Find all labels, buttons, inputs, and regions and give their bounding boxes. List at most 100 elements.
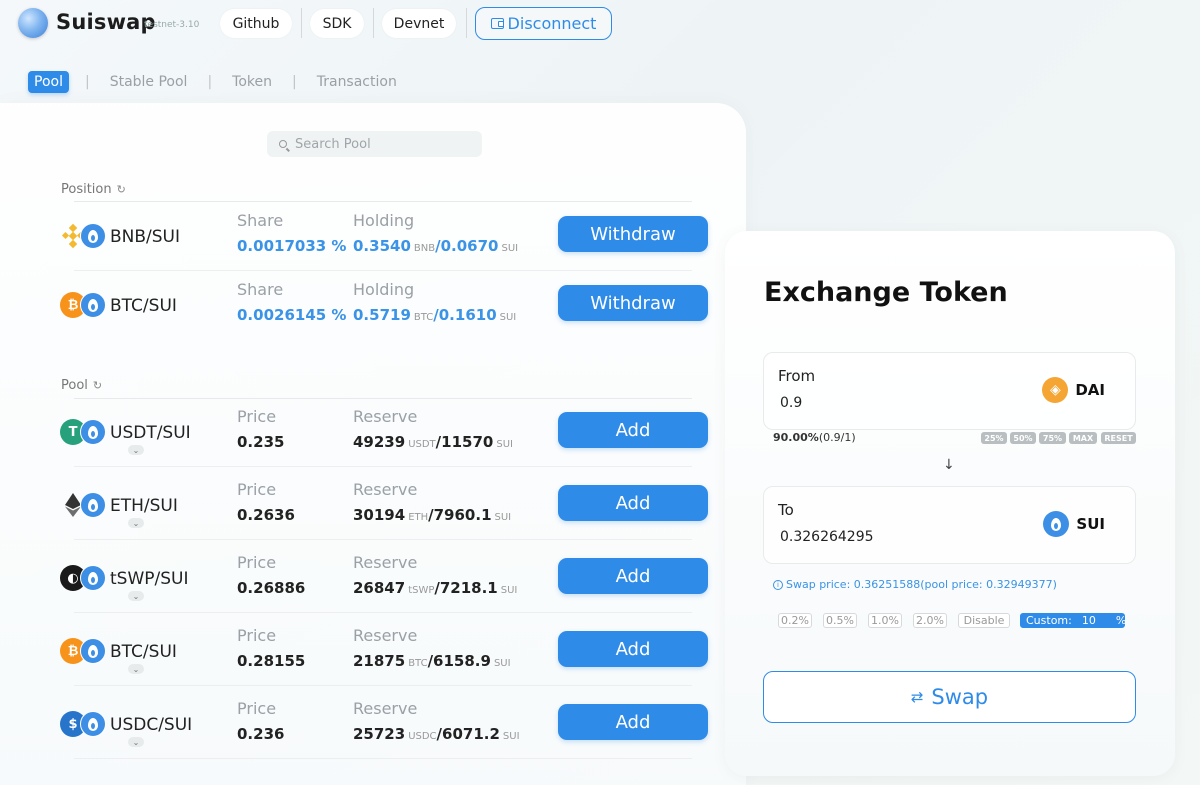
price-value: 0.2636 [237,506,295,524]
search-box[interactable] [267,131,482,157]
from-box[interactable]: From 0.9 ◈ DAI [763,352,1136,430]
slippage-0.2-button[interactable]: 0.2% [778,613,812,628]
chevron-down-icon[interactable]: ⌄ [128,518,144,528]
swap-button[interactable]: ⇄ Swap [763,671,1136,723]
price-label: Price [237,626,277,645]
slippage-0.5-button[interactable]: 0.5% [823,613,857,628]
dai-icon: ◈ [1042,377,1069,403]
refresh-icon[interactable]: ↻ [93,379,102,392]
reserve-label: Reserve [353,699,418,718]
slippage-2.0-button[interactable]: 2.0% [913,613,947,628]
quick-max-button[interactable]: MAX [1069,432,1097,444]
to-token-selector[interactable]: SUI [1043,511,1105,537]
custom-value-input[interactable]: 10 [1082,614,1096,627]
slippage-custom-field[interactable]: Custom: 10 % [1020,613,1127,628]
quick-75-button[interactable]: 75% [1039,432,1066,444]
disconnect-button[interactable]: Disconnect [475,7,612,40]
add-button[interactable]: Add [558,558,708,594]
tab-separator: | [84,74,90,90]
reserve-value: 30194 ETH/7960.1 SUI [353,506,512,524]
price-value: 0.236 [237,725,285,743]
sui-drop-icon [80,711,106,737]
row-divider [74,612,692,613]
pair-icons: ₿ [58,638,108,666]
section-divider [74,201,692,202]
tab-transaction[interactable]: Transaction [313,74,401,90]
chevron-down-icon[interactable]: ⌄ [128,737,144,747]
tab-stable-pool[interactable]: Stable Pool [106,74,192,90]
sdk-button[interactable]: SDK [310,9,364,38]
chevron-down-icon[interactable]: ⌄ [128,591,144,601]
tab-token[interactable]: Token [228,74,276,90]
swap-price-text: Swap price: 0.36251588(pool price: 0.329… [786,578,1057,591]
share-value: 0.0017033 % [237,237,347,255]
custom-unit: % [1115,614,1127,627]
from-amount-input[interactable]: 0.9 [780,395,802,411]
pair-name: tSWP/SUI [110,569,189,589]
devnet-button[interactable]: Devnet [382,9,456,38]
quick-25-button[interactable]: 25% [981,432,1007,444]
pair-icons: T [58,419,108,447]
disconnect-label: Disconnect [507,14,597,33]
row-divider [74,539,692,540]
row-divider [74,758,692,759]
reserve-label: Reserve [353,553,418,572]
info-icon: i [773,579,783,590]
pool-row-tswp-sui: ◐ tSWP/SUI ⌄ Price Reserve 0.26886 26847… [58,545,708,613]
from-label: From [778,367,816,385]
pair-name: BTC/SUI [110,642,177,662]
pool-row-usdc-sui: $ USDC/SUI ⌄ Price Reserve 0.236 25723 US… [58,691,708,759]
quick-reset-button[interactable]: RESET [1101,432,1136,444]
search-input[interactable] [295,136,465,152]
nav-tabs: Pool | Stable Pool | Token | Transaction [28,68,401,96]
share-label: Share [237,211,284,230]
add-button[interactable]: Add [558,631,708,667]
reserve-value: 26847 tSWP/7218.1 SUI [353,579,518,597]
tab-pool[interactable]: Pool [28,71,69,93]
sui-drop-icon [80,223,106,249]
brand-name[interactable]: Suiswap [56,10,156,34]
reserve-label: Reserve [353,626,418,645]
tab-separator: | [292,74,297,90]
reserve-label: Reserve [353,407,418,426]
refresh-icon[interactable]: ↻ [117,183,126,196]
pair-icons: $ [58,711,108,739]
balance-percent: 90.00%(0.9/1) [773,431,856,444]
add-button[interactable]: Add [558,704,708,740]
top-header: Suiswap testnet-3.10 Github SDK Devnet D… [0,0,1200,50]
quick-50-button[interactable]: 50% [1010,432,1036,444]
chevron-down-icon[interactable]: ⌄ [128,445,144,455]
withdraw-button[interactable]: Withdraw [558,216,708,252]
pair-icons: ◐ [58,565,108,593]
pool-section-title: Pool ↻ [61,378,102,393]
github-button[interactable]: Github [220,9,292,38]
pool-row-btc-sui: ₿ BTC/SUI ⌄ Price Reserve 0.28155 21875 B… [58,618,708,686]
pair-name: USDT/SUI [110,423,191,443]
tab-separator: | [207,74,213,90]
holding-label: Holding [353,280,415,299]
from-token-selector[interactable]: ◈ DAI [1042,377,1105,403]
add-button[interactable]: Add [558,412,708,448]
sui-drop-icon [80,492,106,518]
swap-arrows-icon: ⇄ [910,688,924,706]
to-token-label: SUI [1076,515,1105,533]
slippage-1.0-button[interactable]: 1.0% [868,613,902,628]
slippage-disable-button[interactable]: Disable [958,613,1010,628]
chevron-down-icon[interactable]: ⌄ [128,664,144,674]
to-box: To 0.326264295 SUI [763,486,1136,564]
suiswap-logo-icon[interactable] [18,8,48,38]
position-row-bnb-sui: BNB/SUI Share Holding 0.0017033 % 0.3540… [58,203,708,271]
divider [373,8,374,38]
arrow-down-icon[interactable]: ↓ [943,457,955,473]
reserve-value: 21875 BTC/6158.9 SUI [353,652,511,670]
swap-price-info: i Swap price: 0.36251588(pool price: 0.3… [773,578,1057,591]
reserve-value: 25723 USDC/6071.2 SUI [353,725,520,743]
holding-label: Holding [353,211,415,230]
price-value: 0.235 [237,433,285,451]
custom-label: Custom: [1026,614,1072,627]
exchange-panel: Exchange Token From 0.9 ◈ DAI 90.00%(0.9… [725,231,1175,776]
add-button[interactable]: Add [558,485,708,521]
price-label: Price [237,407,277,426]
row-divider [74,270,692,271]
withdraw-button[interactable]: Withdraw [558,285,708,321]
